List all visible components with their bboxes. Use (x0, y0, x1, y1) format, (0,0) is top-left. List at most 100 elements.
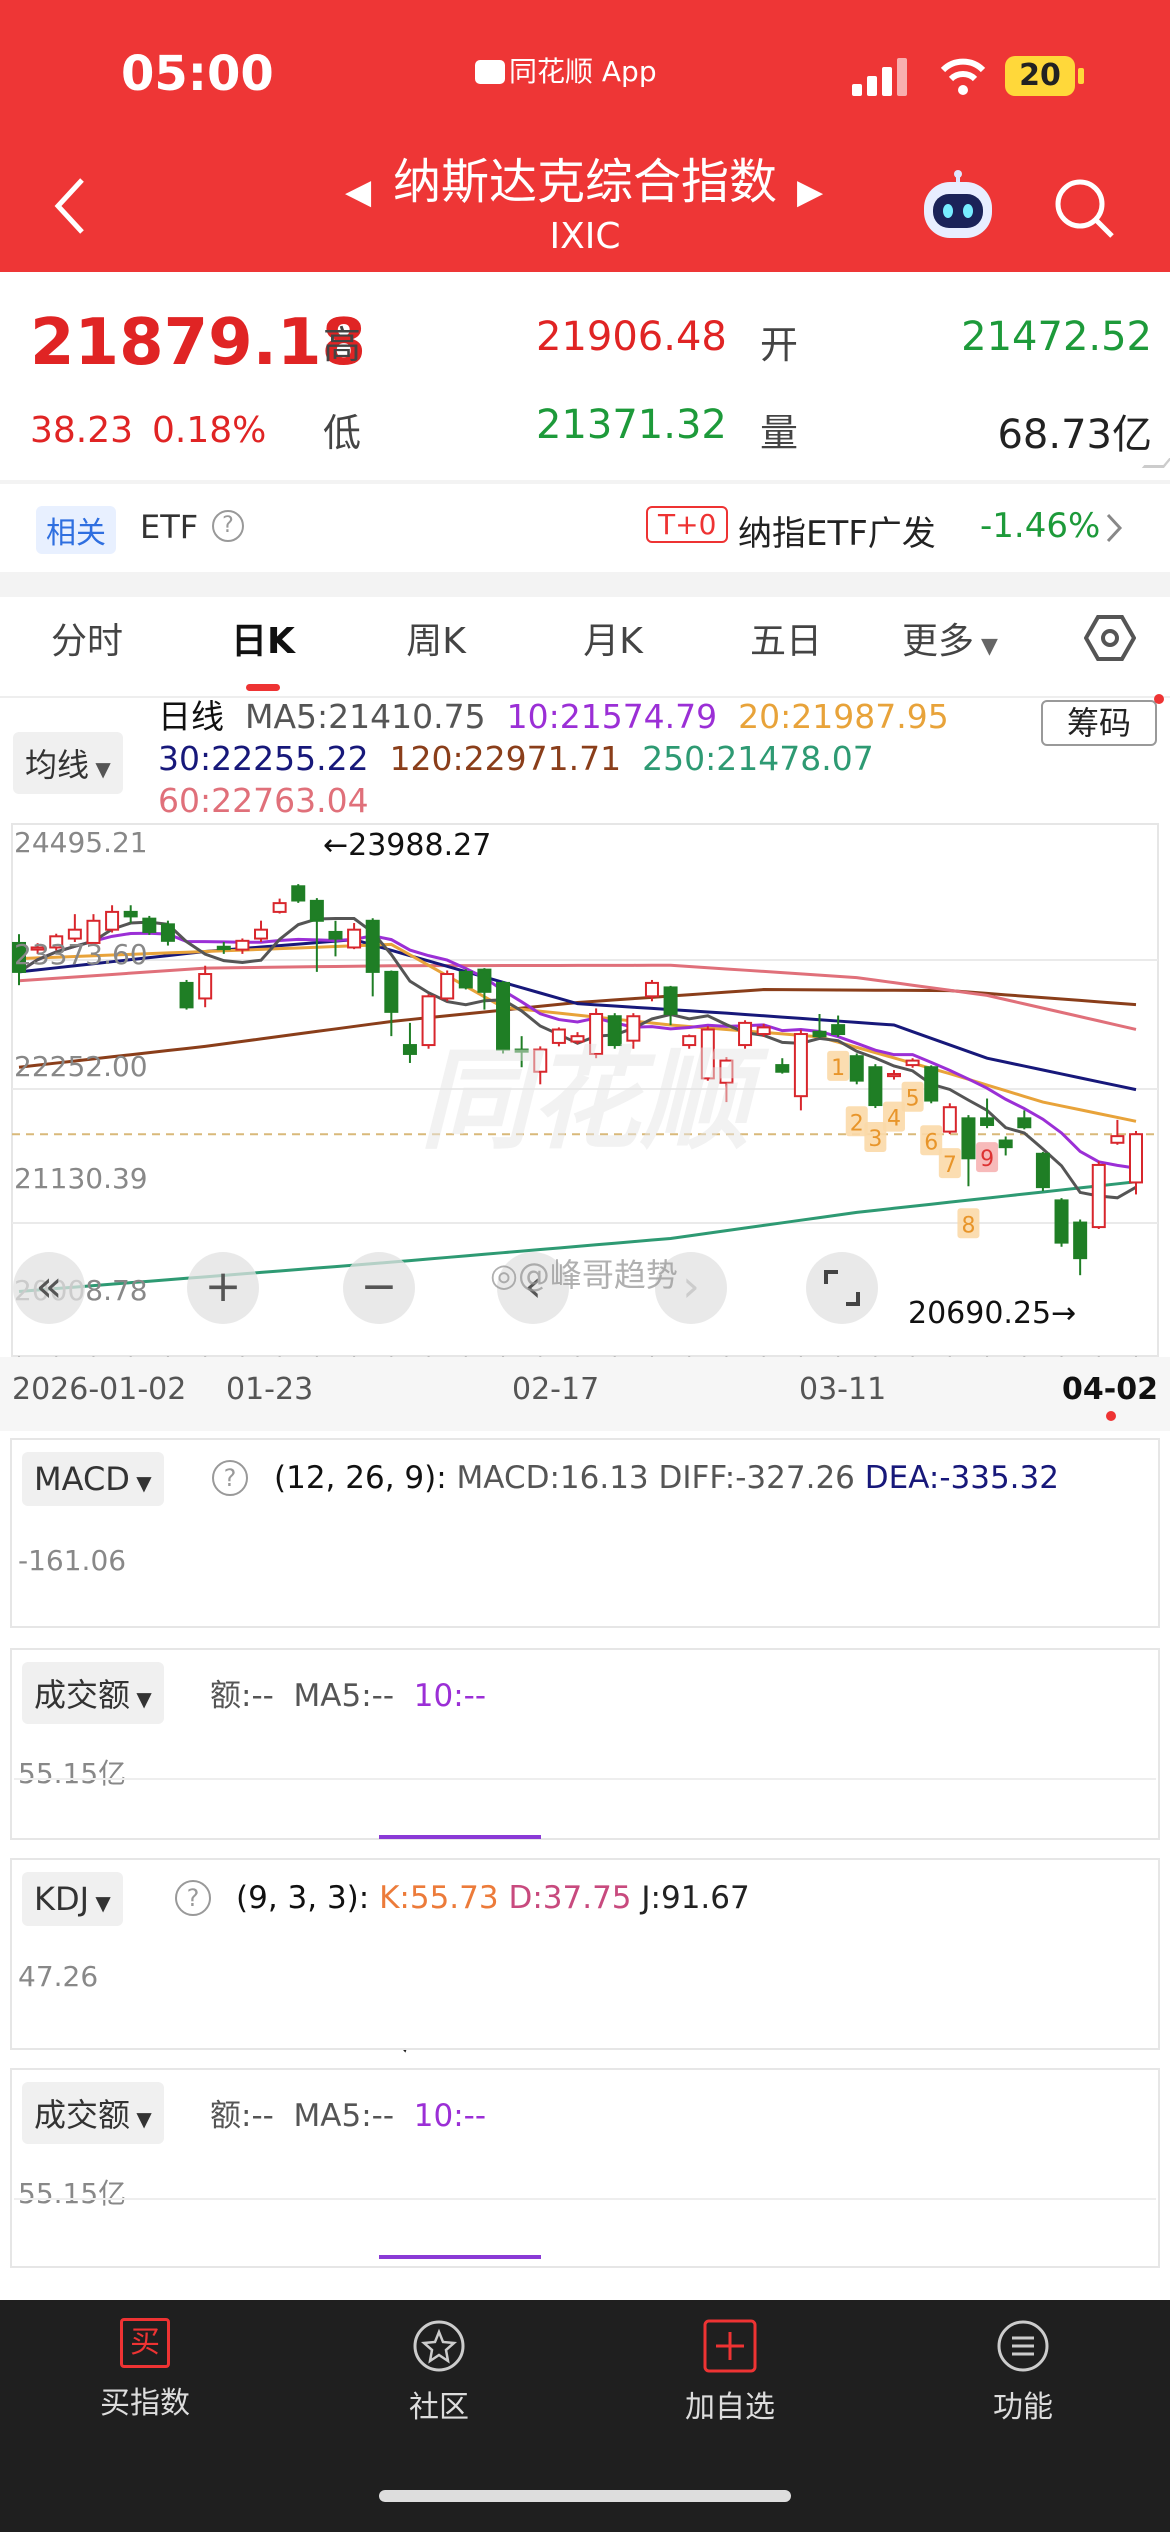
candle-body (793, 1033, 808, 1098)
add-icon (703, 2319, 757, 2373)
candle-body (812, 1030, 827, 1038)
volume-y-label: 55.15亿 (18, 1757, 127, 1790)
help-icon[interactable]: ? (212, 1460, 248, 1496)
candle-body (1110, 1135, 1125, 1144)
y-axis-label: 21130.39 (14, 1162, 148, 1195)
macd-y-label: -161.06 (18, 1544, 127, 1577)
td-marker-label: 6 (924, 1130, 938, 1155)
volume-selector-2[interactable]: 成交额 ▼ (22, 2082, 164, 2144)
zoom-in-button[interactable]: + (187, 1252, 259, 1324)
candle-body (198, 973, 213, 1000)
amount-value: 额:-- (210, 1678, 274, 1714)
buy-icon: 买 (120, 2318, 170, 2368)
caret-down-icon: ▼ (130, 1687, 152, 1711)
candle-body (886, 1072, 901, 1078)
td-marker-label: 1 (831, 1056, 845, 1081)
x-axis-label: 02-17 (512, 1372, 600, 1407)
dea-value: DEA:-335.32 (864, 1460, 1059, 1496)
kdj-selector[interactable]: KDJ ▼ (22, 1872, 123, 1926)
nav-label: 社区 (409, 2390, 469, 2425)
candle-body (216, 945, 231, 951)
candle-body (328, 930, 343, 940)
candle-body (440, 973, 455, 1000)
nav-functions[interactable]: 功能 (943, 2318, 1103, 2426)
x-axis-label: 03-11 (799, 1372, 887, 1407)
candle-body (831, 1024, 846, 1036)
diff-value: DIFF:-327.26 (658, 1460, 855, 1496)
candle-body (1129, 1133, 1143, 1184)
candle-body (123, 910, 138, 918)
help-icon[interactable]: ? (175, 1880, 211, 1916)
candle-body (905, 1059, 920, 1067)
latest-marker-dot (1106, 1411, 1116, 1421)
x-axis-label: 01-23 (226, 1372, 314, 1407)
macd-params: (12, 26, 9): (274, 1460, 447, 1496)
candle-body (1017, 1117, 1032, 1129)
amount-value: 额:-- (210, 2098, 274, 2134)
td-marker-label: 8 (961, 1213, 975, 1238)
candle-body (644, 981, 659, 998)
volume-selector-label: 成交额 (34, 1676, 131, 1714)
kdj-legend: (9, 3, 3): K:55.73 D:37.75 J:91.67 (236, 1880, 750, 1916)
candle-body (477, 968, 492, 993)
candle-body (1073, 1221, 1088, 1260)
td-marker-label: 9 (980, 1147, 994, 1172)
watermark-text: @峰哥趋势 (517, 1256, 678, 1294)
candle-body (942, 1106, 957, 1133)
volume-ma5-value: MA5:-- (293, 2098, 395, 2134)
td-marker-label: 5 (906, 1087, 920, 1112)
gridline (14, 1778, 1156, 1780)
candle-body (998, 1139, 1013, 1149)
x-axis-label: 2026-01-02 (12, 1372, 187, 1407)
volume-ma10-value: 10:-- (413, 2098, 487, 2134)
k-value: K:55.73 (379, 1880, 499, 1916)
candle-body (142, 917, 157, 933)
candle-body (254, 928, 269, 940)
macd-legend: (12, 26, 9): MACD:16.13 DIFF:-327.26 DEA… (274, 1460, 1059, 1496)
candle-body (309, 899, 324, 922)
candle-body (272, 902, 287, 913)
j-value: J:91.67 (641, 1880, 750, 1916)
weibo-logo-icon: ◎ (490, 1256, 518, 1294)
volume-ma-line (379, 2255, 541, 2259)
home-indicator (379, 2490, 791, 2502)
td-marker-label: 7 (943, 1153, 957, 1178)
caret-down-icon: ▼ (130, 2107, 152, 2131)
candle-body (291, 885, 306, 902)
volume-ma5-value: MA5:-- (293, 1678, 395, 1714)
td-marker-label: 2 (850, 1111, 864, 1136)
candle-body (235, 939, 250, 951)
bottom-nav: 买 买指数 社区 加自选 功能 (0, 2300, 1170, 2532)
candle-body (961, 1117, 976, 1160)
nav-buy-index[interactable]: 买 买指数 (65, 2318, 225, 2422)
x-axis-label: 04-02 (1062, 1372, 1158, 1407)
scroll-to-start-button[interactable]: « (13, 1252, 85, 1324)
volume-panel (10, 1648, 1160, 1840)
brand-watermark: 同花顺 (420, 1036, 750, 1164)
low-annotation: 20690.25→ (908, 1296, 1077, 1331)
kdj-params: (9, 3, 3): (236, 1880, 370, 1916)
kdj-y-label: 47.26 (18, 1960, 99, 1993)
candle-body (980, 1117, 995, 1126)
nav-label: 买指数 (100, 2386, 190, 2421)
y-axis-label: 24495.21 (14, 826, 148, 859)
candle-body (1035, 1152, 1050, 1189)
volume-selector[interactable]: 成交额 ▼ (22, 1662, 164, 1724)
candle-body (849, 1055, 864, 1082)
zoom-out-button[interactable]: − (343, 1252, 415, 1324)
volume-legend-2: 额:-- MA5:-- 10:-- (210, 2090, 486, 2135)
gridline (14, 2198, 1156, 2200)
high-annotation: ←23988.27 (323, 828, 492, 863)
fullscreen-button[interactable] (806, 1252, 878, 1324)
candle-body (868, 1066, 883, 1107)
volume-panel-2 (10, 2068, 1160, 2268)
macd-selector[interactable]: MACD ▼ (22, 1452, 164, 1506)
nav-label: 功能 (993, 2390, 1053, 2425)
macd-value: MACD:16.13 (456, 1460, 649, 1496)
macd-selector-label: MACD (34, 1460, 130, 1498)
nav-add-watchlist[interactable]: 加自选 (650, 2318, 810, 2426)
y-axis-label: 22252.00 (14, 1050, 148, 1083)
candle-body (347, 928, 362, 949)
nav-community[interactable]: 社区 (359, 2318, 519, 2426)
candle-body (160, 923, 175, 942)
